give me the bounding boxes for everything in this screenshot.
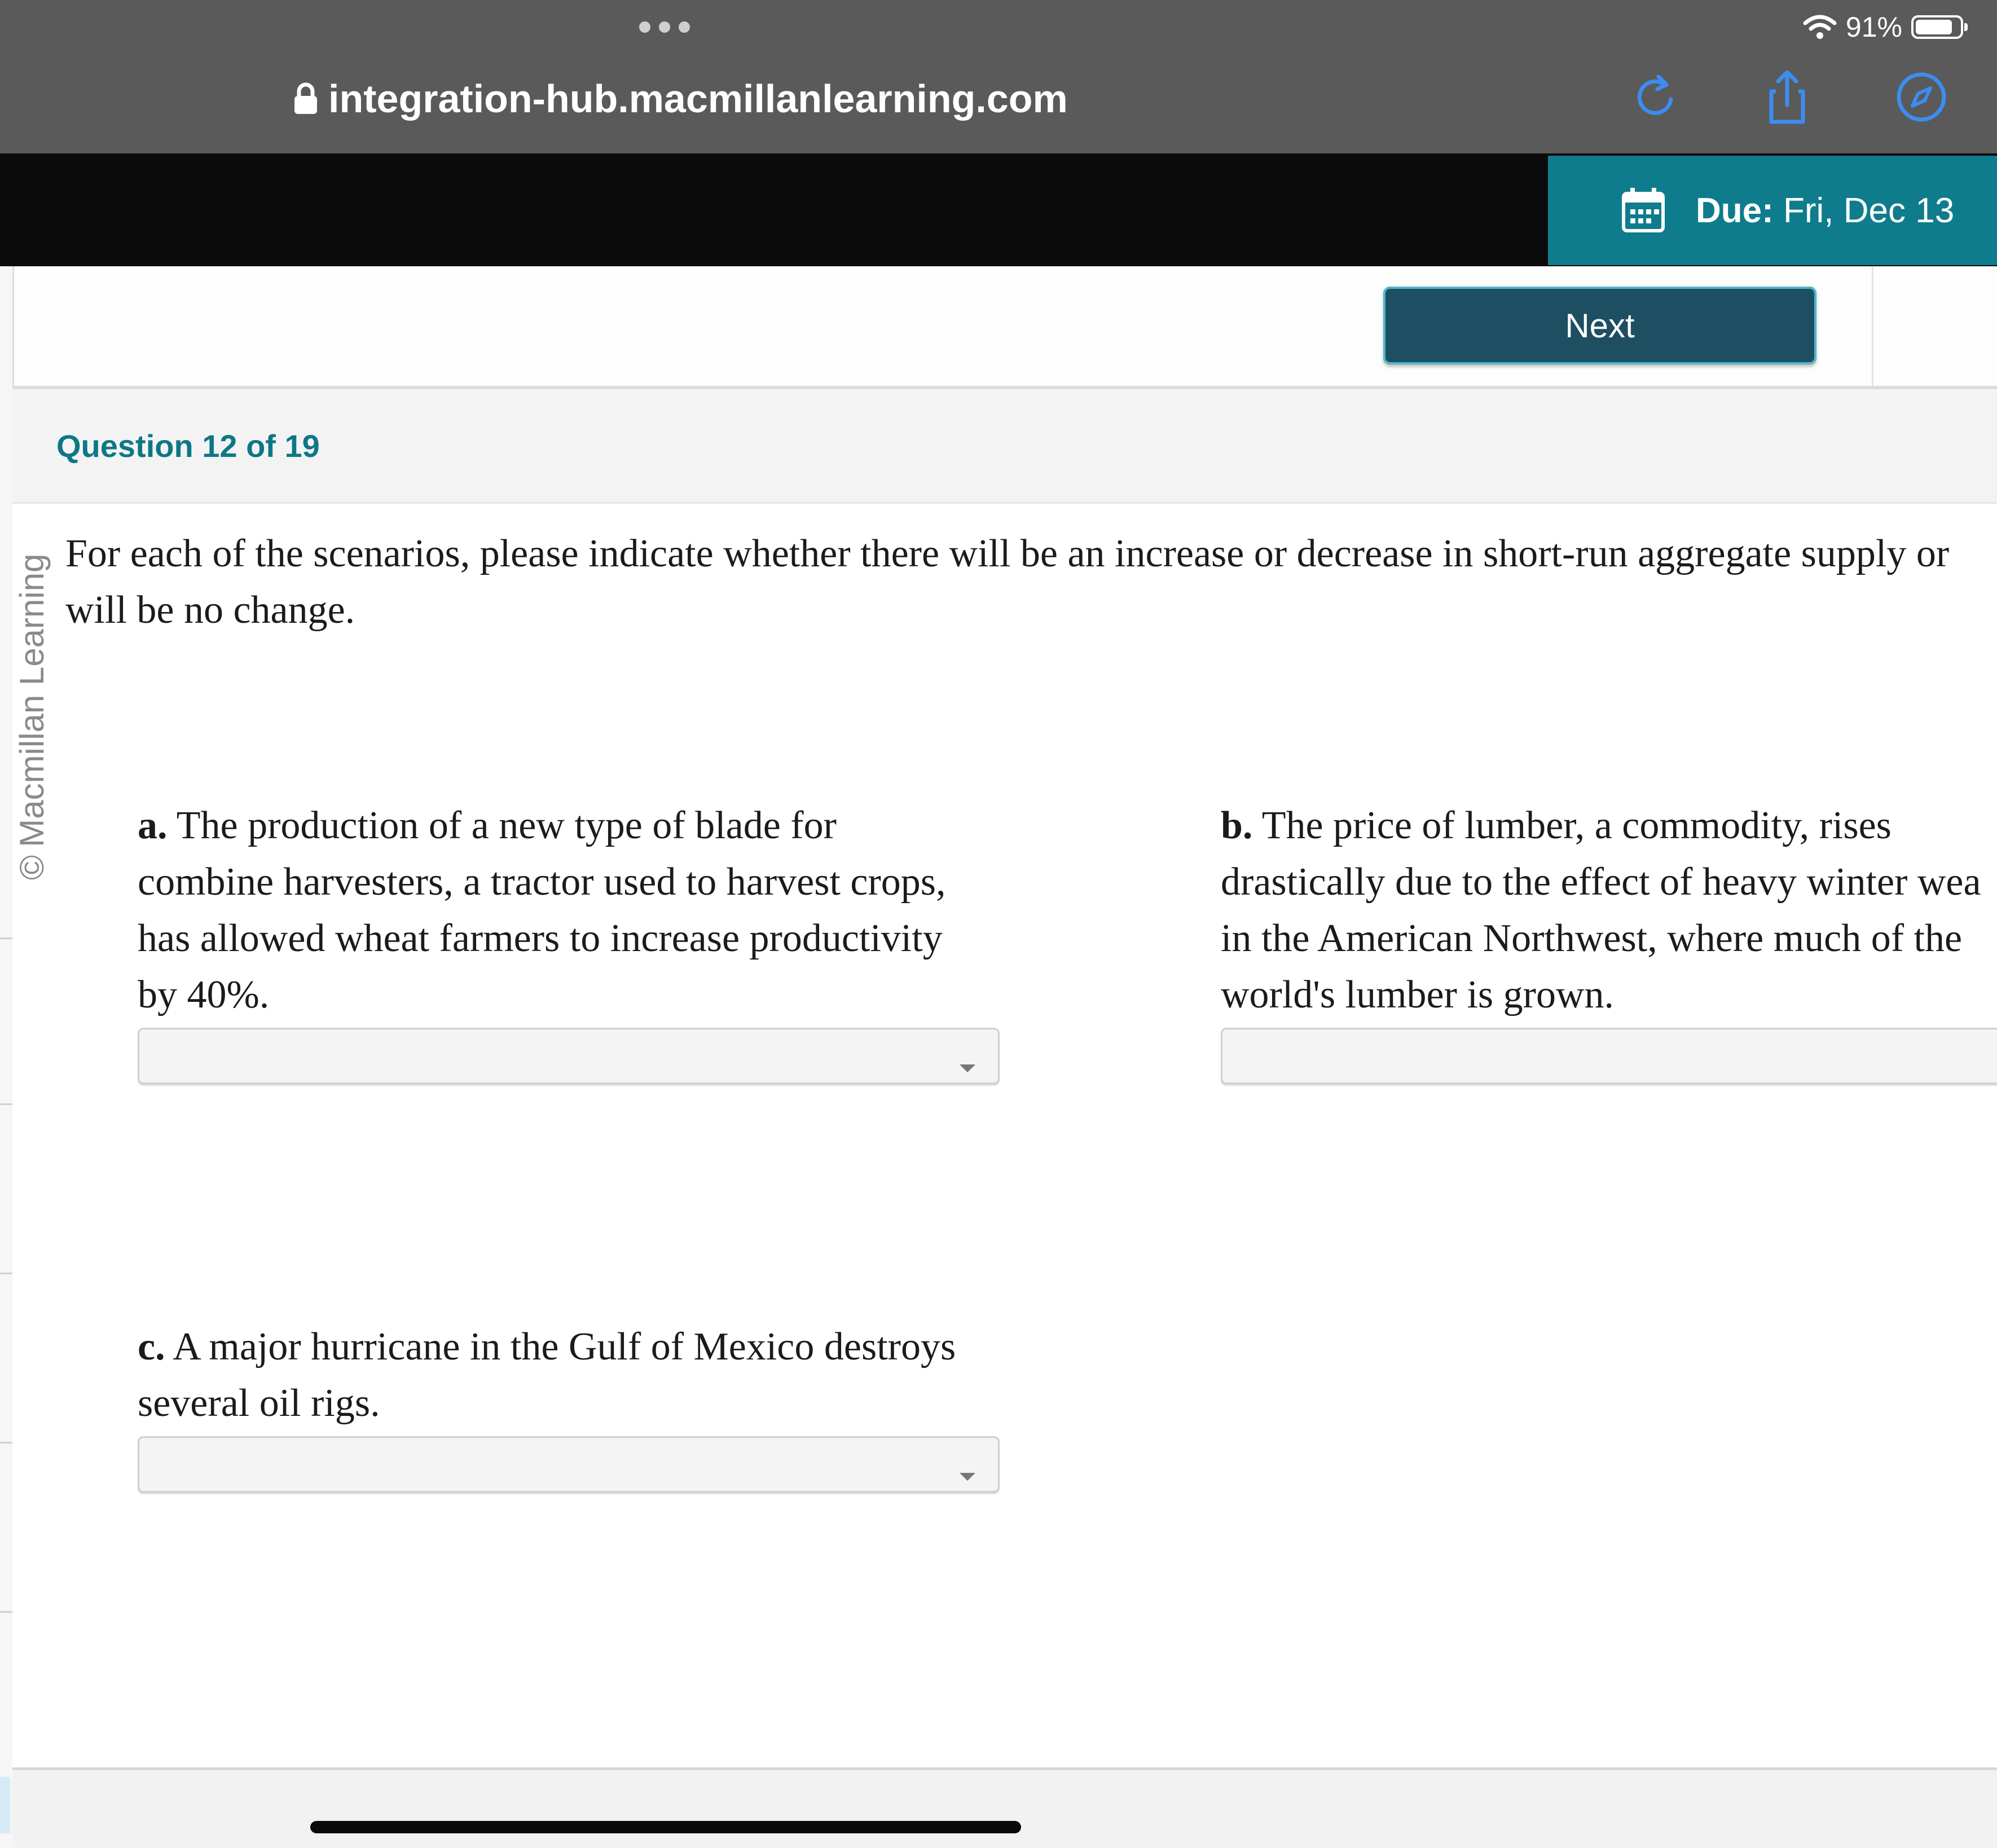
due-date-banner: Due: Fri, Dec 13	[1548, 156, 1997, 265]
status-bar: 91%	[1803, 8, 1968, 46]
chevron-down-icon	[960, 1064, 975, 1072]
prompt-line: For each of the scenarios, please indica…	[65, 532, 1950, 575]
home-indicator[interactable]	[310, 1821, 1021, 1833]
calendar-icon	[1622, 188, 1665, 232]
footer-bar	[12, 1770, 1997, 1848]
next-button[interactable]: Next	[1383, 287, 1816, 364]
part-b-line: in the American Northwest, where much of…	[1221, 917, 1963, 960]
question-title: Question 12 of 19	[56, 428, 320, 464]
part-c-line: several oil rigs.	[138, 1381, 380, 1425]
wifi-icon	[1803, 15, 1837, 39]
part-b-line: drastically due to the effect of heavy w…	[1221, 860, 1981, 904]
part-a-line: by 40%.	[138, 973, 270, 1017]
part-c-line: c. A major hurricane in the Gulf of Mexi…	[138, 1325, 956, 1369]
part-b-line: world's lumber is grown.	[1221, 973, 1614, 1017]
part-c-marker: c.	[138, 1325, 165, 1369]
chevron-down-icon	[960, 1473, 975, 1481]
share-icon[interactable]	[1759, 69, 1815, 125]
due-text: Due: Fri, Dec 13	[1696, 191, 1954, 231]
battery-icon	[1911, 15, 1968, 39]
url-text: integration-hub.macmillanlearning.com	[328, 77, 1068, 121]
part-a: a. The production of a new type of blade…	[138, 798, 1018, 1023]
reload-icon[interactable]	[1627, 69, 1683, 125]
part-c: c. A major hurricane in the Gulf of Mexi…	[138, 1319, 1018, 1432]
part-b-line: b. The price of lumber, a commodity, ris…	[1221, 804, 1892, 847]
battery-percent: 91%	[1845, 11, 1902, 43]
compass-icon[interactable]	[1893, 69, 1950, 125]
credit-text: Macmillan Learning	[12, 553, 51, 847]
due-value: Fri, Dec 13	[1783, 191, 1955, 230]
part-b-dropdown[interactable]	[1221, 1028, 1997, 1084]
copyright-icon: ©	[12, 855, 51, 880]
part-b: b. The price of lumber, a commodity, ris…	[1221, 798, 1997, 1023]
part-a-marker: a.	[138, 804, 168, 847]
part-a-line: has allowed wheat farmers to increase pr…	[138, 917, 943, 960]
part-a-line: a. The production of a new type of blade…	[138, 804, 837, 847]
part-c-dropdown[interactable]	[138, 1436, 1000, 1493]
due-label: Due:	[1696, 191, 1774, 230]
address-bar[interactable]: integration-hub.macmillanlearning.com	[293, 68, 1068, 130]
copyright-credit: © Macmillan Learning	[8, 530, 55, 880]
lock-icon	[294, 82, 317, 114]
more-dots-icon[interactable]	[639, 20, 690, 34]
part-a-line: combine harvesters, a tractor used to ha…	[138, 860, 946, 904]
prompt-line: will be no change.	[65, 588, 355, 632]
part-a-dropdown[interactable]	[138, 1028, 1000, 1084]
part-b-marker: b.	[1221, 804, 1253, 847]
question-prompt: For each of the scenarios, please indica…	[65, 526, 1997, 639]
question-body	[12, 504, 1997, 1769]
